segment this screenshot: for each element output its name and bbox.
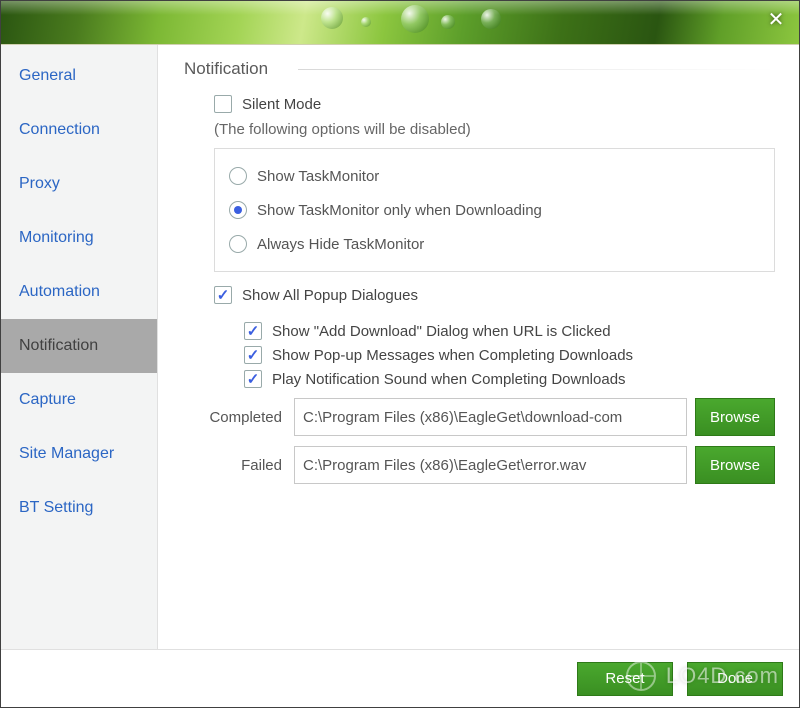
sidebar-item-label: Notification (19, 337, 98, 354)
sidebar-item-notification[interactable]: Notification (1, 319, 157, 373)
play-sound-checkbox[interactable] (244, 370, 262, 388)
done-button[interactable]: Done (687, 662, 783, 696)
silent-mode-note: (The following options will be disabled) (214, 121, 775, 138)
browse-completed-button[interactable]: Browse (695, 398, 775, 436)
taskmonitor-show-radio[interactable] (229, 167, 247, 185)
sidebar-item-label: Monitoring (19, 229, 94, 246)
silent-mode-checkbox[interactable] (214, 95, 232, 113)
taskmonitor-hide-label: Always Hide TaskMonitor (257, 236, 424, 253)
browse-label: Browse (710, 457, 760, 474)
settings-panel: Notification Silent Mode (The following … (158, 45, 799, 649)
show-all-popups-checkbox[interactable] (214, 286, 232, 304)
browse-label: Browse (710, 409, 760, 426)
browse-failed-button[interactable]: Browse (695, 446, 775, 484)
sidebar-item-label: Capture (19, 391, 76, 408)
sidebar-item-label: BT Setting (19, 499, 93, 516)
sidebar-item-automation[interactable]: Automation (1, 265, 157, 319)
sidebar-item-label: Site Manager (19, 445, 114, 462)
sidebar-item-capture[interactable]: Capture (1, 373, 157, 427)
taskmonitor-downloading-label: Show TaskMonitor only when Downloading (257, 202, 542, 219)
section-title: Notification (184, 59, 268, 79)
play-sound-label: Play Notification Sound when Completing … (272, 371, 626, 388)
sidebar-item-general[interactable]: General (1, 49, 157, 103)
add-download-dialog-label: Show "Add Download" Dialog when URL is C… (272, 323, 611, 340)
popup-complete-checkbox[interactable] (244, 346, 262, 364)
sidebar-item-label: Proxy (19, 175, 60, 192)
reset-button[interactable]: Reset (577, 662, 673, 696)
taskmonitor-downloading-radio[interactable] (229, 201, 247, 219)
dialog-footer: Reset Done (1, 649, 799, 707)
taskmonitor-show-label: Show TaskMonitor (257, 168, 379, 185)
sidebar-item-connection[interactable]: Connection (1, 103, 157, 157)
sidebar-item-label: General (19, 67, 76, 84)
sidebar-item-bt-setting[interactable]: BT Setting (1, 481, 157, 535)
failed-sound-input[interactable] (294, 446, 687, 484)
sidebar-item-site-manager[interactable]: Site Manager (1, 427, 157, 481)
completed-sound-label: Completed (184, 409, 294, 426)
settings-sidebar: General Connection Proxy Monitoring Auto… (1, 45, 158, 649)
sidebar-item-label: Automation (19, 283, 100, 300)
failed-sound-label: Failed (184, 457, 294, 474)
close-icon: ✕ (768, 9, 785, 31)
done-label: Done (717, 670, 753, 687)
reset-label: Reset (605, 670, 644, 687)
section-divider (298, 69, 775, 70)
show-all-popups-label: Show All Popup Dialogues (242, 287, 418, 304)
taskmonitor-radio-group: Show TaskMonitor Show TaskMonitor only w… (214, 148, 775, 272)
close-button[interactable]: ✕ (763, 9, 789, 35)
silent-mode-label: Silent Mode (242, 96, 321, 113)
sidebar-item-proxy[interactable]: Proxy (1, 157, 157, 211)
sidebar-item-monitoring[interactable]: Monitoring (1, 211, 157, 265)
title-bar: ✕ (1, 1, 799, 45)
completed-sound-input[interactable] (294, 398, 687, 436)
popup-complete-label: Show Pop-up Messages when Completing Dow… (272, 347, 633, 364)
taskmonitor-hide-radio[interactable] (229, 235, 247, 253)
add-download-dialog-checkbox[interactable] (244, 322, 262, 340)
sidebar-item-label: Connection (19, 121, 100, 138)
